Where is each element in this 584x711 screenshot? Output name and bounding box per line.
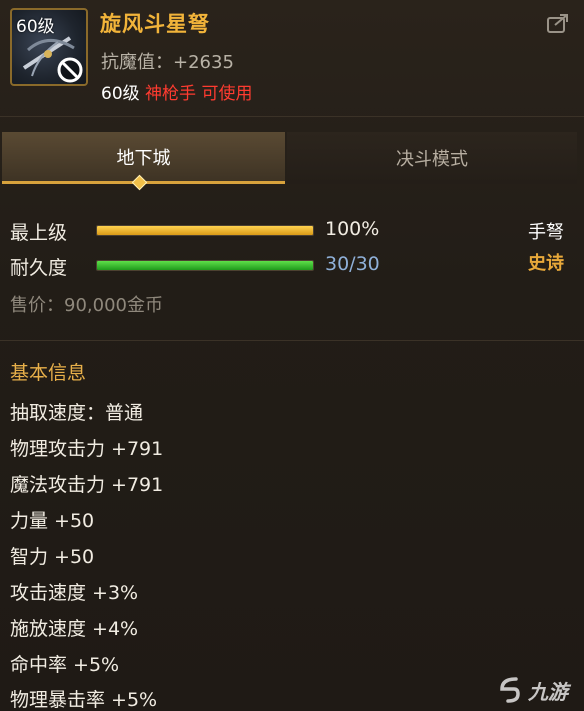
stats-divider (0, 340, 584, 341)
required-class: 神枪手 可使用 (145, 84, 253, 104)
durability-bar (96, 260, 314, 271)
basic-info-title: 基本信息 (10, 362, 87, 384)
watermark: 九游 (494, 672, 584, 708)
attribute-line: 命中率 +5% (10, 654, 120, 676)
max-level-bar-fill (97, 226, 313, 235)
resist-value: 抗魔值：+2635 (101, 52, 234, 73)
attribute-line: 物理攻击力 +791 (10, 438, 164, 460)
attribute-line: 智力 +50 (10, 546, 95, 568)
required-level: 60级 (101, 84, 140, 104)
watermark-text: 九游 (528, 679, 568, 704)
rarity: 史诗 (528, 253, 564, 274)
max-level-value: 100% (325, 218, 380, 240)
tab-pvp-label: 决斗模式 (396, 149, 468, 170)
header-divider (0, 116, 584, 117)
attribute-line: 抽取速度：普通 (10, 402, 144, 424)
tab-dungeon-label: 地下城 (116, 147, 171, 169)
durability-label: 耐久度 (10, 257, 68, 279)
attribute-line: 物理暴击率 +5% (10, 689, 158, 711)
requirement: 60级 神枪手 可使用 (101, 79, 252, 104)
item-icon-frame: 60级 (10, 8, 88, 86)
item-header: 60级 旋风斗星弩 抗魔值：+2635 60级 神枪手 可使用 (0, 0, 584, 118)
sell-price: 售价：90,000金币 (10, 295, 163, 316)
item-name: 旋风斗星弩 (100, 12, 210, 36)
weapon-type: 手弩 (528, 222, 564, 243)
watermark-logo-icon (500, 677, 520, 703)
durability-bar-fill (97, 261, 313, 270)
max-level-bar (96, 225, 314, 236)
attribute-line: 攻击速度 +3% (10, 582, 139, 604)
mode-tabs: 地下城 决斗模式 (0, 132, 584, 184)
no-use-icon (57, 57, 83, 83)
tab-pvp[interactable]: 决斗模式 (287, 132, 577, 184)
durability-value: 30/30 (325, 253, 380, 275)
attribute-line: 力量 +50 (10, 510, 95, 532)
tab-dungeon[interactable]: 地下城 (2, 132, 285, 184)
share-icon[interactable] (546, 12, 570, 34)
item-tooltip-panel: 60级 旋风斗星弩 抗魔值：+2635 60级 神枪手 可使用 地下城 决斗模式… (0, 0, 584, 711)
attribute-line: 魔法攻击力 +791 (10, 474, 164, 496)
attribute-line: 施放速度 +4% (10, 618, 139, 640)
max-level-label: 最上级 (10, 222, 68, 244)
